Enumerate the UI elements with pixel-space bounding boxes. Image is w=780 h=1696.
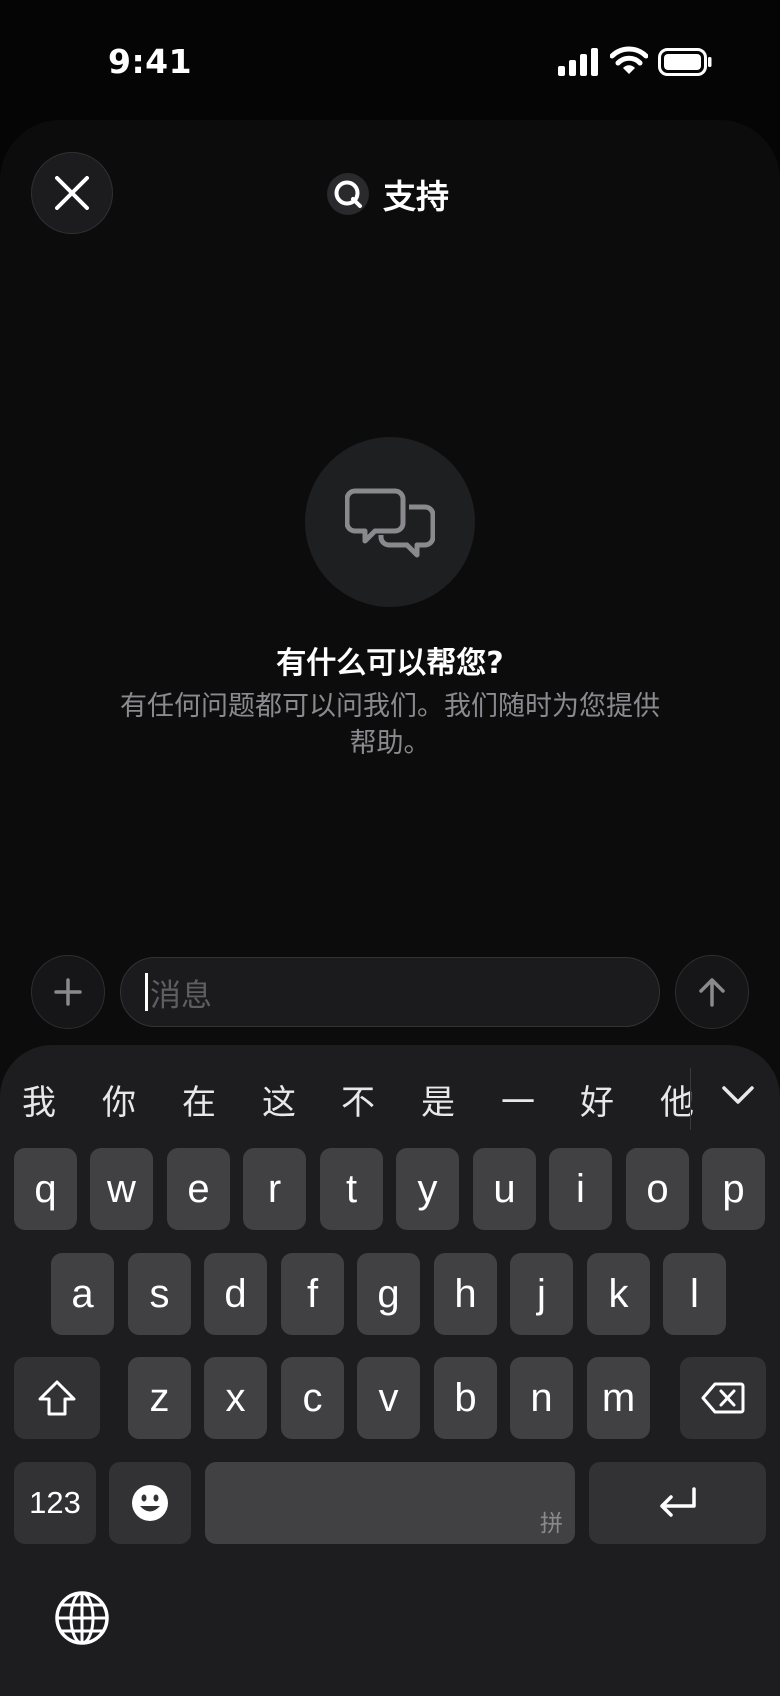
key-g[interactable]: g [357,1253,420,1335]
globe-icon[interactable] [54,1590,110,1646]
candidate-divider [690,1068,691,1130]
plus-icon [54,978,82,1006]
cellular-signal-icon [558,48,598,76]
close-icon [55,176,89,210]
numbers-key[interactable]: 123 [14,1462,96,1544]
candidate-word[interactable]: 我 [14,1075,64,1124]
key-y[interactable]: y [396,1148,459,1230]
text-caret [145,973,148,1011]
page-title: 支持 [383,177,449,216]
key-k[interactable]: k [587,1253,650,1335]
shift-key[interactable] [14,1357,100,1439]
candidate-word[interactable]: 是 [413,1075,463,1124]
key-s[interactable]: s [128,1253,191,1335]
shift-icon [38,1380,76,1416]
key-m[interactable]: m [587,1357,650,1439]
battery-icon [658,48,712,76]
candidate-word[interactable]: 一 [493,1075,543,1124]
message-placeholder: 消息 [150,977,212,1014]
key-o[interactable]: o [626,1148,689,1230]
key-p[interactable]: p [702,1148,765,1230]
chevron-down-icon[interactable] [716,1078,760,1112]
key-c[interactable]: c [281,1357,344,1439]
header-title: 支持 [327,172,449,216]
key-z[interactable]: z [128,1357,191,1439]
candidate-word[interactable]: 不 [333,1075,383,1124]
key-h[interactable]: h [434,1253,497,1335]
send-button[interactable] [675,955,749,1029]
attach-button[interactable] [31,955,105,1029]
key-e[interactable]: e [167,1148,230,1230]
return-icon [659,1487,696,1517]
emoji-icon [132,1485,168,1521]
brand-logo-icon [327,173,369,215]
candidate-word[interactable]: 他 [652,1075,702,1124]
key-b[interactable]: b [434,1357,497,1439]
key-n[interactable]: n [510,1357,573,1439]
return-key[interactable] [589,1462,766,1544]
candidate-word[interactable]: 在 [174,1075,224,1124]
status-time: 9:41 [108,42,193,81]
backspace-icon [701,1382,745,1414]
message-input[interactable]: 消息 [120,957,660,1027]
arrow-up-icon [699,978,725,1007]
empty-state-title: 有什么可以帮您? [276,646,504,681]
key-a[interactable]: a [51,1253,114,1335]
key-u[interactable]: u [473,1148,536,1230]
delete-key[interactable] [680,1357,766,1439]
key-w[interactable]: w [90,1148,153,1230]
key-q[interactable]: q [14,1148,77,1230]
emoji-key[interactable] [109,1462,191,1544]
empty-state-description: 有任何问题都可以问我们。我们随时为您提供帮助。 [120,691,660,759]
key-x[interactable]: x [204,1357,267,1439]
key-f[interactable]: f [281,1253,344,1335]
wifi-icon [610,46,648,74]
close-button[interactable] [31,152,113,234]
key-r[interactable]: r [243,1148,306,1230]
key-t[interactable]: t [320,1148,383,1230]
chat-bubbles-icon [345,488,435,558]
key-j[interactable]: j [510,1253,573,1335]
pinyin-mode-label: 拼 [540,1510,563,1536]
space-key[interactable]: 拼 [205,1462,575,1544]
empty-state-badge [305,437,475,607]
key-d[interactable]: d [204,1253,267,1335]
candidate-word[interactable]: 好 [572,1075,622,1124]
key-l[interactable]: l [663,1253,726,1335]
key-v[interactable]: v [357,1357,420,1439]
candidate-word[interactable]: 这 [254,1075,304,1124]
key-i[interactable]: i [549,1148,612,1230]
candidate-word[interactable]: 你 [94,1075,144,1124]
status-bar: 9:41 [0,0,780,120]
